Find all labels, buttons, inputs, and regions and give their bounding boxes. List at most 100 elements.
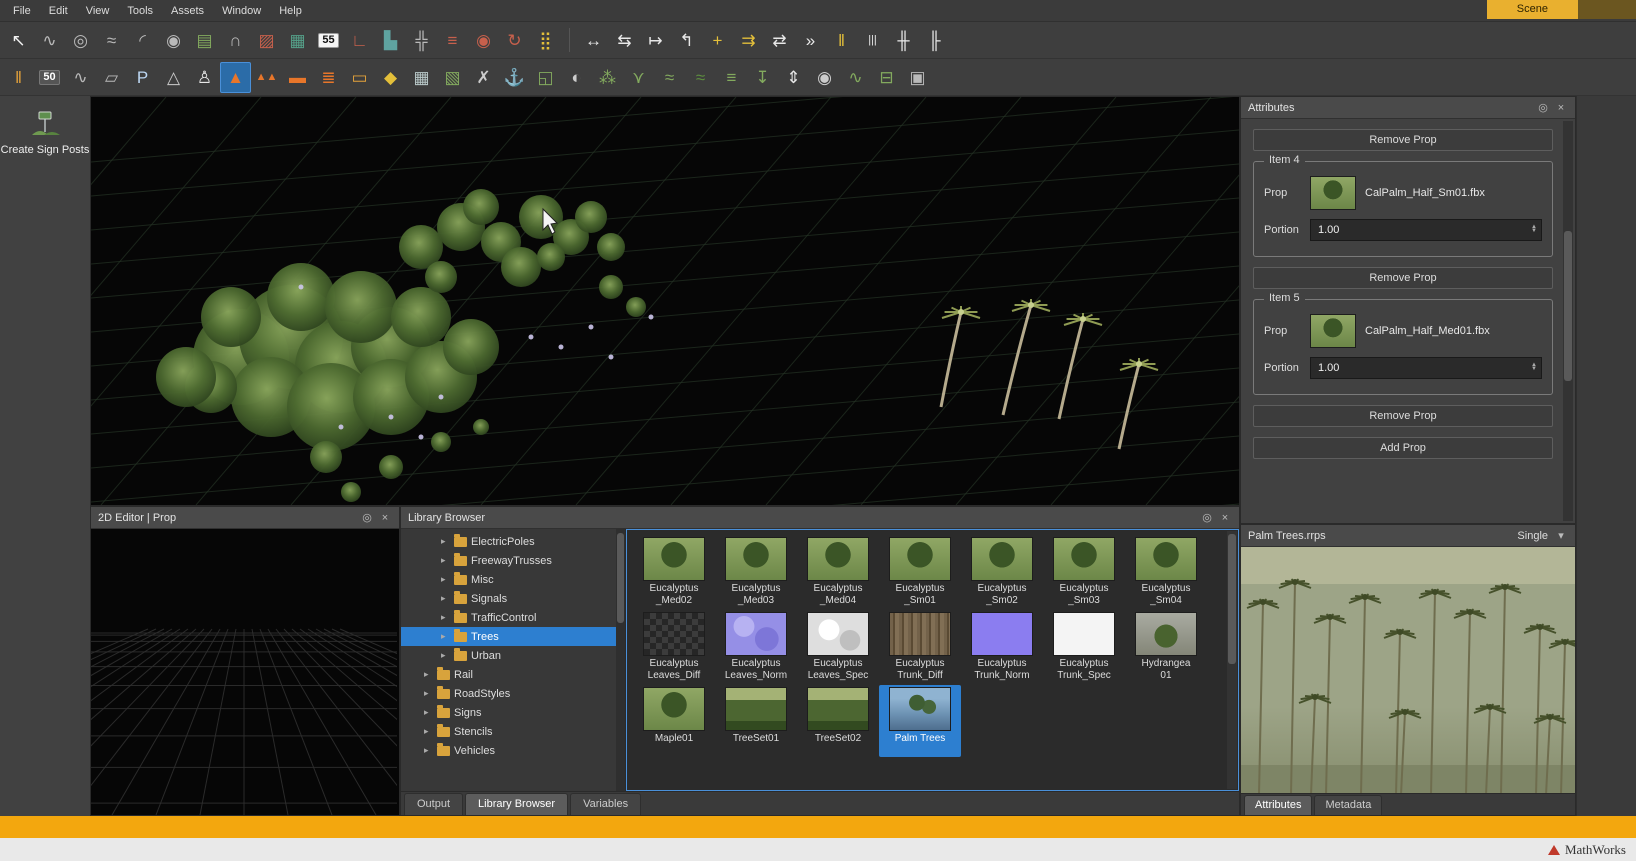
select-tool[interactable]: ↖: [3, 25, 34, 56]
circle-curve-tool[interactable]: ◎: [65, 25, 96, 56]
traffic-signal-tool[interactable]: ⣿: [530, 25, 561, 56]
portion-spinbox[interactable]: 1.00 ▲ ▼: [1310, 357, 1542, 379]
tree-scrollbar[interactable]: [616, 529, 625, 791]
asset-eucalyptus-trunk-spec[interactable]: Eucalyptus Trunk_Spec: [1043, 610, 1125, 683]
arc-curve-tool[interactable]: ◜: [127, 25, 158, 56]
menu-tools[interactable]: Tools: [118, 1, 162, 21]
prop-tools-tool[interactable]: ✗: [468, 62, 499, 93]
yield-marking-tool[interactable]: △: [158, 62, 189, 93]
menu-view[interactable]: View: [77, 1, 119, 21]
satellite-image-tool[interactable]: ◐: [561, 62, 592, 93]
tree-item-misc[interactable]: ▸ Misc: [401, 570, 625, 589]
marking-lines-tool[interactable]: ≡: [437, 25, 468, 56]
stack-layers-tool[interactable]: ≡: [716, 62, 747, 93]
tree-item-vehicles[interactable]: ▸ Vehicles: [401, 741, 625, 760]
asset-eucalyptus-sm04[interactable]: Eucalyptus _Sm04: [1125, 535, 1207, 608]
cone-tool[interactable]: ▲: [220, 61, 251, 93]
lane-connect-tool[interactable]: ╫: [888, 25, 919, 56]
asset-eucalyptus-sm01[interactable]: Eucalyptus _Sm01: [879, 535, 961, 608]
scene-3d-viewport[interactable]: [90, 96, 1240, 506]
asset-eucalyptus-med03[interactable]: Eucalyptus _Med03: [715, 535, 797, 608]
cone-row-tool[interactable]: ▲▲: [251, 62, 282, 93]
preview-tab-metadata[interactable]: Metadata: [1314, 795, 1383, 815]
tangent-curve-tool[interactable]: ∿: [34, 25, 65, 56]
expand-arrow-icon[interactable]: ▸: [441, 612, 452, 623]
panel-close-icon[interactable]: ×: [1554, 102, 1568, 114]
lane-node-tool[interactable]: ╟: [919, 25, 950, 56]
pedestrian-tool[interactable]: ♙: [189, 62, 220, 93]
lane-shift-tool[interactable]: ⇄: [764, 25, 795, 56]
bridge-span-tool[interactable]: ∩: [220, 25, 251, 56]
parking-tool[interactable]: P: [127, 62, 158, 93]
2d-editor-viewport[interactable]: [91, 529, 399, 815]
road-layers-tool[interactable]: ≈: [654, 62, 685, 93]
lane-offset-tool[interactable]: ⇆: [609, 25, 640, 56]
tab-output[interactable]: Output: [404, 793, 464, 815]
asset-grid-scrollbar[interactable]: [1227, 531, 1237, 789]
remove-prop-button[interactable]: Remove Prop: [1253, 405, 1553, 427]
tree-item-trees[interactable]: ▸ Trees: [401, 627, 625, 646]
lane-double-marking-tool[interactable]: ‖: [826, 25, 857, 56]
measure-tool[interactable]: ⇕: [778, 62, 809, 93]
elevation-layers-tool[interactable]: ≈: [685, 62, 716, 93]
asset-eucalyptus-sm03[interactable]: Eucalyptus _Sm03: [1043, 535, 1125, 608]
lane-add-tool[interactable]: ⇉: [733, 25, 764, 56]
tree-item-electricpoles[interactable]: ▸ ElectricPoles: [401, 532, 625, 551]
vegetation-tool[interactable]: ⁂: [592, 62, 623, 93]
crosswalk-surface-tool[interactable]: ▦: [282, 25, 313, 56]
expand-arrow-icon[interactable]: ▸: [441, 555, 452, 566]
lane-triple-marking-tool[interactable]: |||: [857, 25, 888, 56]
tab-variables[interactable]: Variables: [570, 793, 642, 815]
asset-preview-viewport[interactable]: [1241, 547, 1575, 793]
expand-arrow-icon[interactable]: ▸: [441, 593, 452, 604]
freeform-curve-tool[interactable]: ≈: [96, 25, 127, 56]
asset-palm-trees[interactable]: Palm Trees: [879, 685, 961, 757]
speed-paint-tool[interactable]: 50: [34, 62, 65, 93]
lane-width-tool[interactable]: ↔: [578, 25, 609, 56]
asset-eucalyptus-leaves-norm[interactable]: Eucalyptus Leaves_Norm: [715, 610, 797, 683]
panel-settings-icon[interactable]: ◎: [1200, 511, 1214, 524]
tab-library-browser[interactable]: Library Browser: [465, 793, 569, 815]
road-surface-tool[interactable]: ▨: [251, 25, 282, 56]
tree-item-roadstyles[interactable]: ▸ RoadStyles: [401, 684, 625, 703]
create-sign-posts-tool[interactable]: [25, 106, 65, 140]
corner-apex-tool[interactable]: ∟: [344, 25, 375, 56]
asset-treeset02[interactable]: TreeSet02: [797, 685, 879, 757]
roundabout-tool[interactable]: ◉: [468, 25, 499, 56]
duplicate-view-tool[interactable]: ▣: [902, 62, 933, 93]
geo-pin-tool[interactable]: ↧: [747, 62, 778, 93]
expand-arrow-icon[interactable]: ▸: [441, 631, 452, 642]
portion-spinbox[interactable]: 1.00 ▲ ▼: [1310, 219, 1542, 241]
scene-tab[interactable]: Scene: [1486, 0, 1578, 19]
asset-eucalyptus-sm02[interactable]: Eucalyptus _Sm02: [961, 535, 1043, 608]
expand-arrow-icon[interactable]: ▸: [441, 650, 452, 661]
barrel-row-tool[interactable]: ≣: [313, 62, 344, 93]
expand-arrow-icon[interactable]: ▸: [424, 707, 435, 718]
add-prop-button[interactable]: Add Prop: [1253, 437, 1553, 459]
expand-arrow-icon[interactable]: ▸: [424, 669, 435, 680]
network-branch-tool[interactable]: ⋎: [623, 62, 654, 93]
terrain-tool[interactable]: ▧: [437, 62, 468, 93]
anchor-tool[interactable]: ⚓: [499, 62, 530, 93]
tree-item-stencils[interactable]: ▸ Stencils: [401, 722, 625, 741]
spin-down-icon[interactable]: ▼: [1531, 228, 1537, 233]
remove-prop-button[interactable]: Remove Prop: [1253, 129, 1553, 151]
panel-settings-icon[interactable]: ◎: [360, 511, 374, 524]
panel-close-icon[interactable]: ×: [378, 512, 392, 524]
asset-eucalyptus-leaves-diff[interactable]: Eucalyptus Leaves_Diff: [633, 610, 715, 683]
panel-settings-icon[interactable]: ◎: [1536, 101, 1550, 114]
asset-eucalyptus-med04[interactable]: Eucalyptus _Med04: [797, 535, 879, 608]
ramp-curve-tool[interactable]: ↻: [499, 25, 530, 56]
building-tool[interactable]: ▦: [406, 62, 437, 93]
menu-edit[interactable]: Edit: [40, 1, 77, 21]
preview-tab-attributes[interactable]: Attributes: [1244, 795, 1313, 815]
menu-window[interactable]: Window: [213, 1, 270, 21]
menu-assets[interactable]: Assets: [162, 1, 213, 21]
lane-extend-tool[interactable]: ↦: [640, 25, 671, 56]
guardrail-tool[interactable]: ▭: [344, 62, 375, 93]
asset-eucalyptus-med02[interactable]: Eucalyptus _Med02: [633, 535, 715, 608]
asset-eucalyptus-trunk-norm[interactable]: Eucalyptus Trunk_Norm: [961, 610, 1043, 683]
asset-hydrangea-01[interactable]: Hydrangea 01: [1125, 610, 1207, 683]
lane-handle-tool[interactable]: ↰: [671, 25, 702, 56]
asset-treeset01[interactable]: TreeSet01: [715, 685, 797, 757]
